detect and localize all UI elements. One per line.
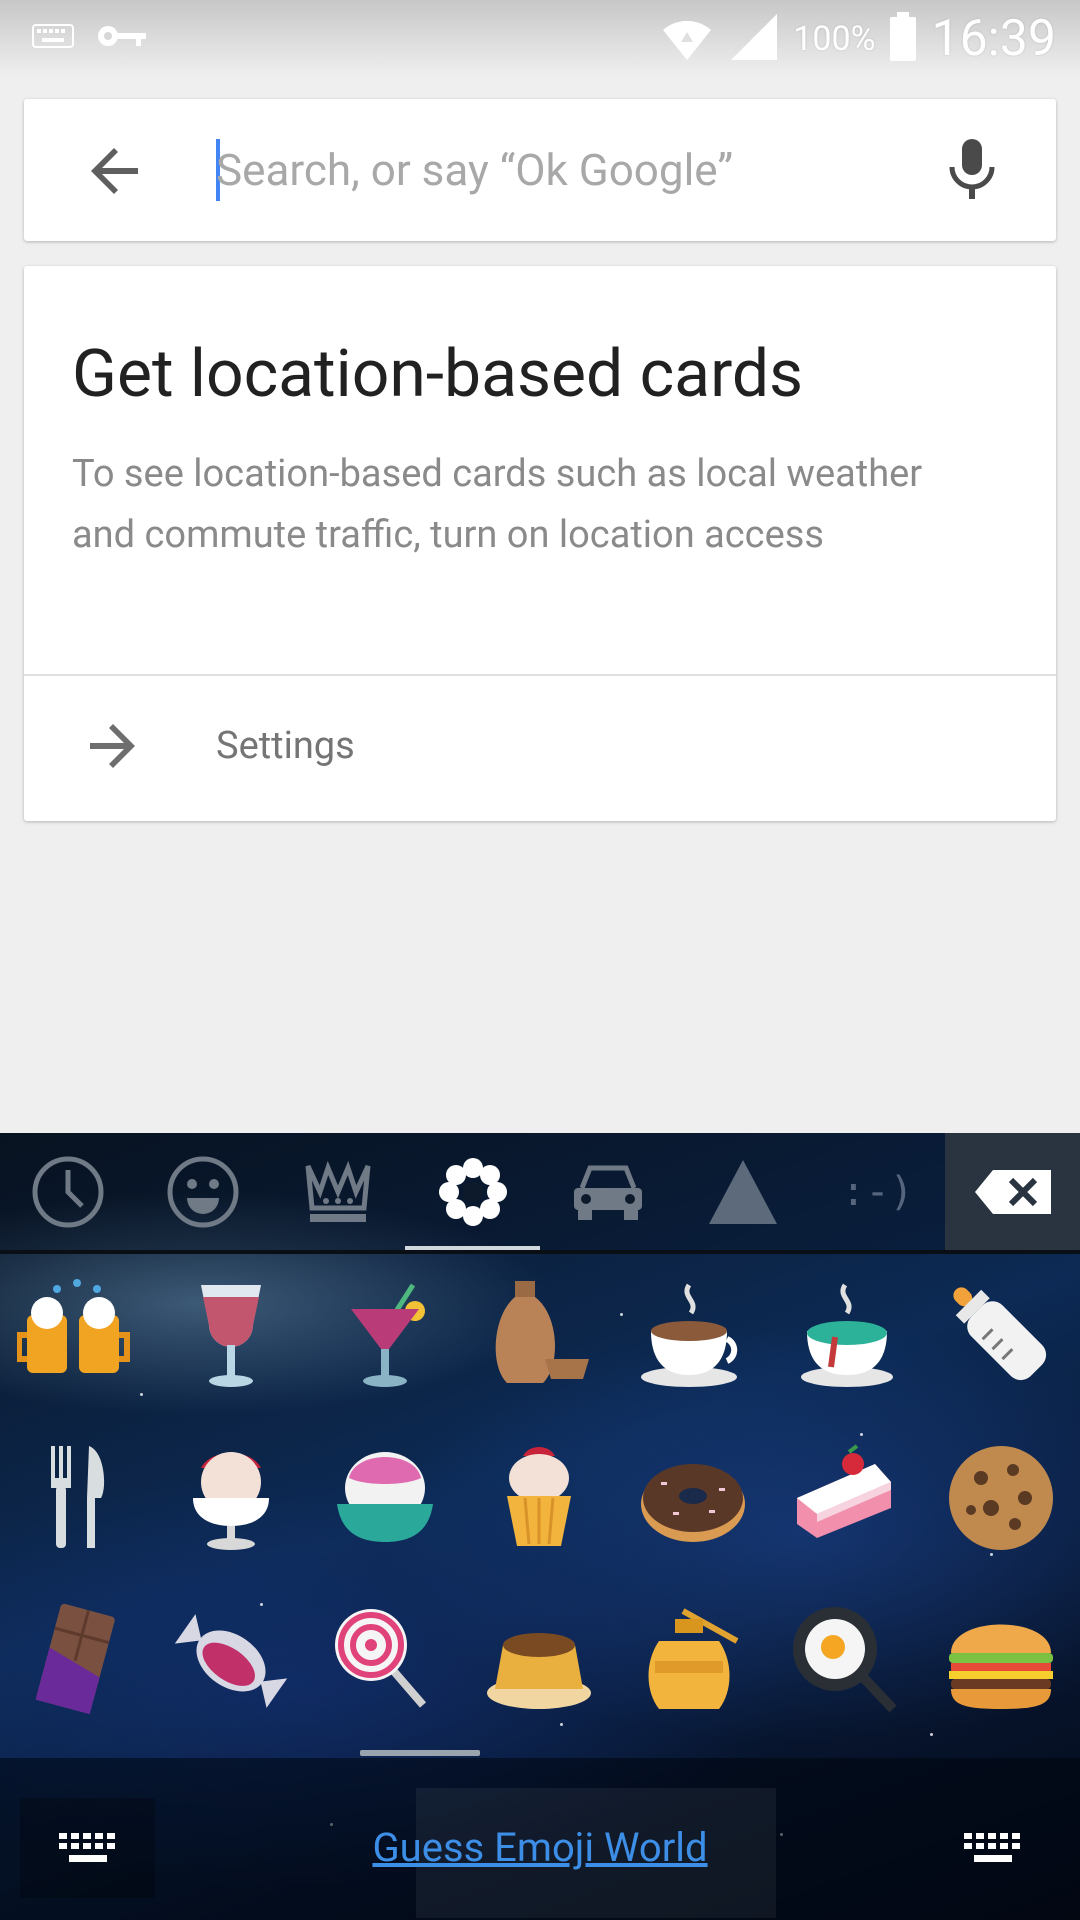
teapot-icon	[801, 1283, 893, 1387]
cocktail-icon	[351, 1283, 425, 1387]
honey-pot-emoji[interactable]	[616, 1580, 770, 1742]
custard-emoji[interactable]	[462, 1580, 616, 1742]
cocktail-emoji[interactable]	[308, 1254, 462, 1416]
settings-label: Settings	[216, 724, 355, 768]
search-bar	[24, 99, 1056, 241]
cookie-icon	[949, 1446, 1053, 1550]
crown-icon	[305, 1160, 370, 1222]
battery-percent: 100%	[793, 19, 876, 59]
fork-knife-emoji[interactable]	[0, 1417, 154, 1579]
shaved-ice-emoji[interactable]	[308, 1417, 462, 1579]
emoji-grid	[0, 1254, 1080, 1744]
honey-pot-icon	[648, 1608, 739, 1709]
emoji-keyboard: :-) Guess Emoji World	[0, 1133, 1080, 1920]
cupcake-icon	[507, 1447, 571, 1546]
emoji-scroll-indicator	[360, 1750, 480, 1756]
hamburger-emoji[interactable]	[924, 1580, 1078, 1742]
backspace-button[interactable]	[945, 1133, 1080, 1250]
emoji-category-tabs: :-)	[0, 1133, 945, 1251]
settings-button[interactable]: Settings	[24, 676, 1056, 821]
cookie-emoji[interactable]	[924, 1417, 1078, 1579]
card-title: Get location-based cards	[72, 336, 804, 413]
battery-icon	[889, 12, 917, 66]
candy-icon	[174, 1614, 288, 1708]
tab-emoticons[interactable]: :-)	[810, 1133, 945, 1250]
teapot-emoji[interactable]	[770, 1254, 924, 1416]
card-description: To see location-based cards such as loca…	[72, 452, 923, 557]
emoticon-label: :-)	[841, 1168, 914, 1215]
custard-icon	[487, 1633, 591, 1709]
keyboard-bottom-bar: Guess Emoji World	[0, 1758, 1080, 1920]
clock-icon	[32, 1156, 103, 1227]
fork-knife-icon	[51, 1446, 105, 1548]
baby-bottle-emoji[interactable]	[924, 1254, 1078, 1416]
sake-icon	[495, 1281, 589, 1383]
lollipop-emoji[interactable]	[308, 1580, 462, 1742]
search-input[interactable]	[216, 135, 936, 205]
keyboard-icon	[963, 1833, 1020, 1862]
beer-mugs-icon	[17, 1279, 130, 1373]
smiley-icon	[167, 1156, 238, 1227]
cake-slice-icon	[797, 1444, 891, 1538]
flower-icon	[438, 1157, 507, 1226]
hot-coffee-emoji[interactable]	[616, 1254, 770, 1416]
cupcake-emoji[interactable]	[462, 1417, 616, 1579]
ice-cream-emoji[interactable]	[154, 1417, 308, 1579]
triangle-icon	[708, 1159, 777, 1224]
microphone-icon	[949, 139, 995, 199]
hot-coffee-icon	[641, 1283, 738, 1387]
vpn-key-icon	[96, 22, 148, 54]
tab-recent[interactable]	[0, 1133, 135, 1250]
location-card: Get location-based cards To see location…	[24, 266, 1056, 821]
shaved-ice-icon	[337, 1452, 433, 1542]
cell-signal-icon	[729, 12, 779, 66]
back-button[interactable]	[84, 139, 148, 203]
ice-cream-icon	[193, 1452, 269, 1550]
cake-slice-emoji[interactable]	[770, 1417, 924, 1579]
switch-keyboard-right-button[interactable]	[925, 1798, 1060, 1898]
hamburger-icon	[949, 1624, 1053, 1709]
backspace-icon	[974, 1169, 1051, 1214]
tab-symbols[interactable]	[675, 1133, 810, 1250]
chocolate-bar-icon	[35, 1603, 115, 1715]
voice-search-button[interactable]	[942, 137, 1002, 203]
tab-places[interactable]	[540, 1133, 675, 1250]
arrow-back-icon	[91, 148, 138, 194]
wine-glass-icon	[201, 1285, 261, 1387]
beer-mugs-emoji[interactable]	[0, 1254, 154, 1416]
promo-link[interactable]: Guess Emoji World	[0, 1824, 1080, 1871]
fried-egg-emoji[interactable]	[770, 1580, 924, 1742]
arrow-forward-icon	[90, 724, 135, 768]
keyboard-notification-icon	[32, 24, 74, 52]
sake-emoji[interactable]	[462, 1254, 616, 1416]
wifi-icon	[659, 12, 715, 66]
donut-icon	[641, 1464, 745, 1542]
tab-objects[interactable]	[270, 1133, 405, 1250]
status-bar: 100% 16:39	[0, 0, 1080, 76]
candy-emoji[interactable]	[154, 1580, 308, 1742]
tab-nature[interactable]	[405, 1133, 540, 1250]
tab-smileys[interactable]	[135, 1133, 270, 1250]
baby-bottle-icon	[953, 1287, 1047, 1381]
fried-egg-icon	[793, 1607, 897, 1713]
donut-emoji[interactable]	[616, 1417, 770, 1579]
wine-glass-emoji[interactable]	[154, 1254, 308, 1416]
lollipop-icon	[335, 1609, 427, 1708]
chocolate-bar-emoji[interactable]	[0, 1580, 154, 1742]
car-icon	[573, 1165, 642, 1220]
clock: 16:39	[931, 10, 1056, 68]
